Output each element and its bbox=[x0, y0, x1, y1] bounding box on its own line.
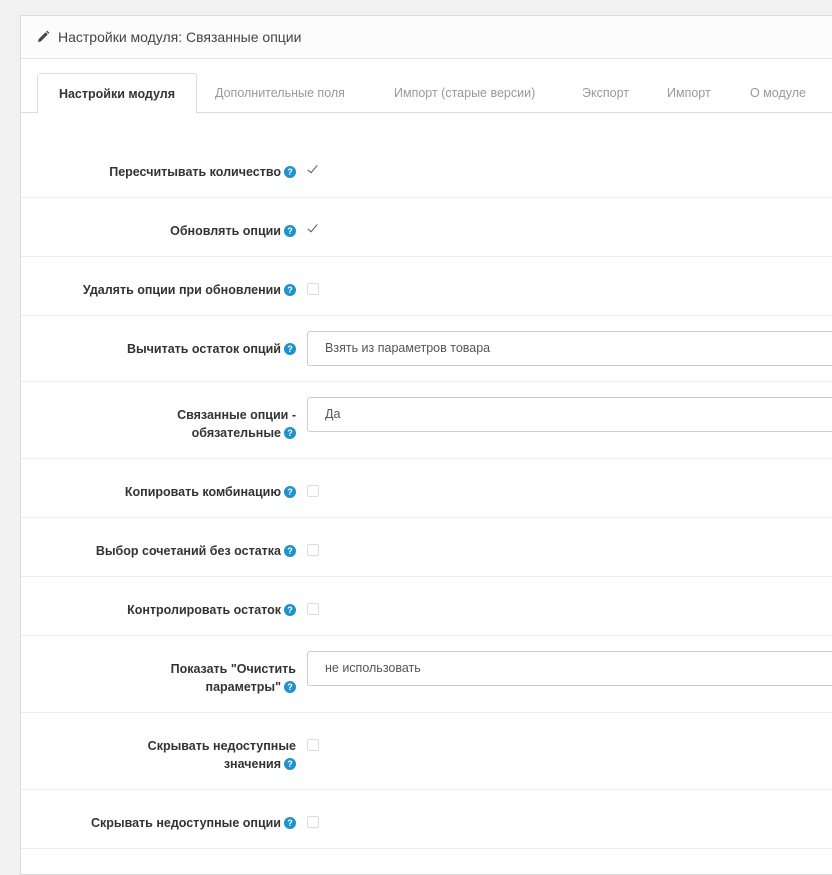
select-out-of-stock-checkbox[interactable] bbox=[307, 544, 319, 556]
pencil-icon bbox=[38, 30, 50, 42]
update-options-checkbox[interactable] bbox=[307, 223, 319, 235]
help-icon[interactable]: ? bbox=[284, 757, 296, 770]
form-row-copy-combination: Копировать комбинацию? bbox=[21, 459, 832, 518]
form-row-recalc-quantity: Пересчитывать количество? bbox=[21, 143, 832, 198]
options-required-select[interactable]: Да bbox=[307, 397, 832, 432]
hide-unavailable-values-checkbox[interactable] bbox=[307, 739, 319, 751]
field-label: Скрывать недоступные опции? bbox=[91, 814, 296, 832]
field-label: Связанные опции - обязательные? bbox=[177, 408, 296, 440]
field-label: Копировать комбинацию? bbox=[125, 483, 296, 501]
form-row-delete-options-on-update: Удалять опции при обновлении? bbox=[21, 257, 832, 316]
form-row-hide-unavailable-values: Скрывать недоступные значения? bbox=[21, 713, 832, 790]
help-icon[interactable]: ? bbox=[284, 544, 296, 557]
field-label: Обновлять опции? bbox=[170, 222, 296, 240]
tab-additional-fields[interactable]: Дополнительные поля bbox=[215, 73, 345, 113]
help-icon[interactable]: ? bbox=[284, 165, 296, 178]
help-icon[interactable]: ? bbox=[284, 485, 296, 498]
form-row-hide-unavailable-options: Скрывать недоступные опции? bbox=[21, 790, 832, 849]
tab-import-old-versions[interactable]: Импорт (старые версии) bbox=[394, 73, 535, 113]
tab-bar: Настройки модуля Дополнительные поля Имп… bbox=[21, 73, 832, 114]
field-label: Выбор сочетаний без остатка? bbox=[96, 542, 296, 560]
show-clear-params-select[interactable]: не использовать bbox=[307, 651, 832, 686]
field-label: Вычитать остаток опций? bbox=[127, 340, 296, 358]
field-label: Скрывать недоступные значения? bbox=[147, 739, 296, 771]
tab-module-settings[interactable]: Настройки модуля bbox=[37, 73, 197, 114]
field-label: Удалять опции при обновлении? bbox=[83, 281, 296, 299]
page-title: Настройки модуля: Связанные опции bbox=[58, 29, 302, 45]
field-label: Показать "Очистить параметры"? bbox=[170, 662, 296, 694]
delete-options-checkbox[interactable] bbox=[307, 283, 319, 295]
help-icon[interactable]: ? bbox=[284, 816, 296, 829]
tab-export[interactable]: Экспорт bbox=[582, 73, 629, 113]
field-label: Контролировать остаток? bbox=[127, 601, 296, 619]
form-row-subtract-stock: Вычитать остаток опций? Взять из парамет… bbox=[21, 316, 832, 382]
recalc-quantity-checkbox[interactable] bbox=[307, 164, 319, 176]
form-row-update-options: Обновлять опции? bbox=[21, 198, 832, 257]
help-icon[interactable]: ? bbox=[284, 603, 296, 616]
form-row-control-stock: Контролировать остаток? bbox=[21, 577, 832, 636]
panel-heading: Настройки модуля: Связанные опции bbox=[21, 16, 832, 59]
help-icon[interactable]: ? bbox=[284, 224, 296, 237]
subtract-stock-select[interactable]: Взять из параметров товара bbox=[307, 331, 832, 366]
field-label: Пересчитывать количество? bbox=[109, 163, 296, 181]
control-stock-checkbox[interactable] bbox=[307, 603, 319, 615]
settings-panel: Настройки модуля: Связанные опции Настро… bbox=[20, 15, 832, 875]
tab-about[interactable]: О модуле bbox=[750, 73, 806, 113]
form-row-show-clear-params: Показать "Очистить параметры"? не использ… bbox=[21, 636, 832, 713]
help-icon[interactable]: ? bbox=[284, 680, 296, 693]
hide-unavailable-options-checkbox[interactable] bbox=[307, 816, 319, 828]
tab-import[interactable]: Импорт bbox=[667, 73, 711, 113]
form-row-options-required: Связанные опции - обязательные? Да bbox=[21, 382, 832, 459]
help-icon[interactable]: ? bbox=[284, 342, 296, 355]
help-icon[interactable]: ? bbox=[284, 426, 296, 439]
help-icon[interactable]: ? bbox=[284, 283, 296, 296]
form-row-select-out-of-stock: Выбор сочетаний без остатка? bbox=[21, 518, 832, 577]
copy-combination-checkbox[interactable] bbox=[307, 485, 319, 497]
